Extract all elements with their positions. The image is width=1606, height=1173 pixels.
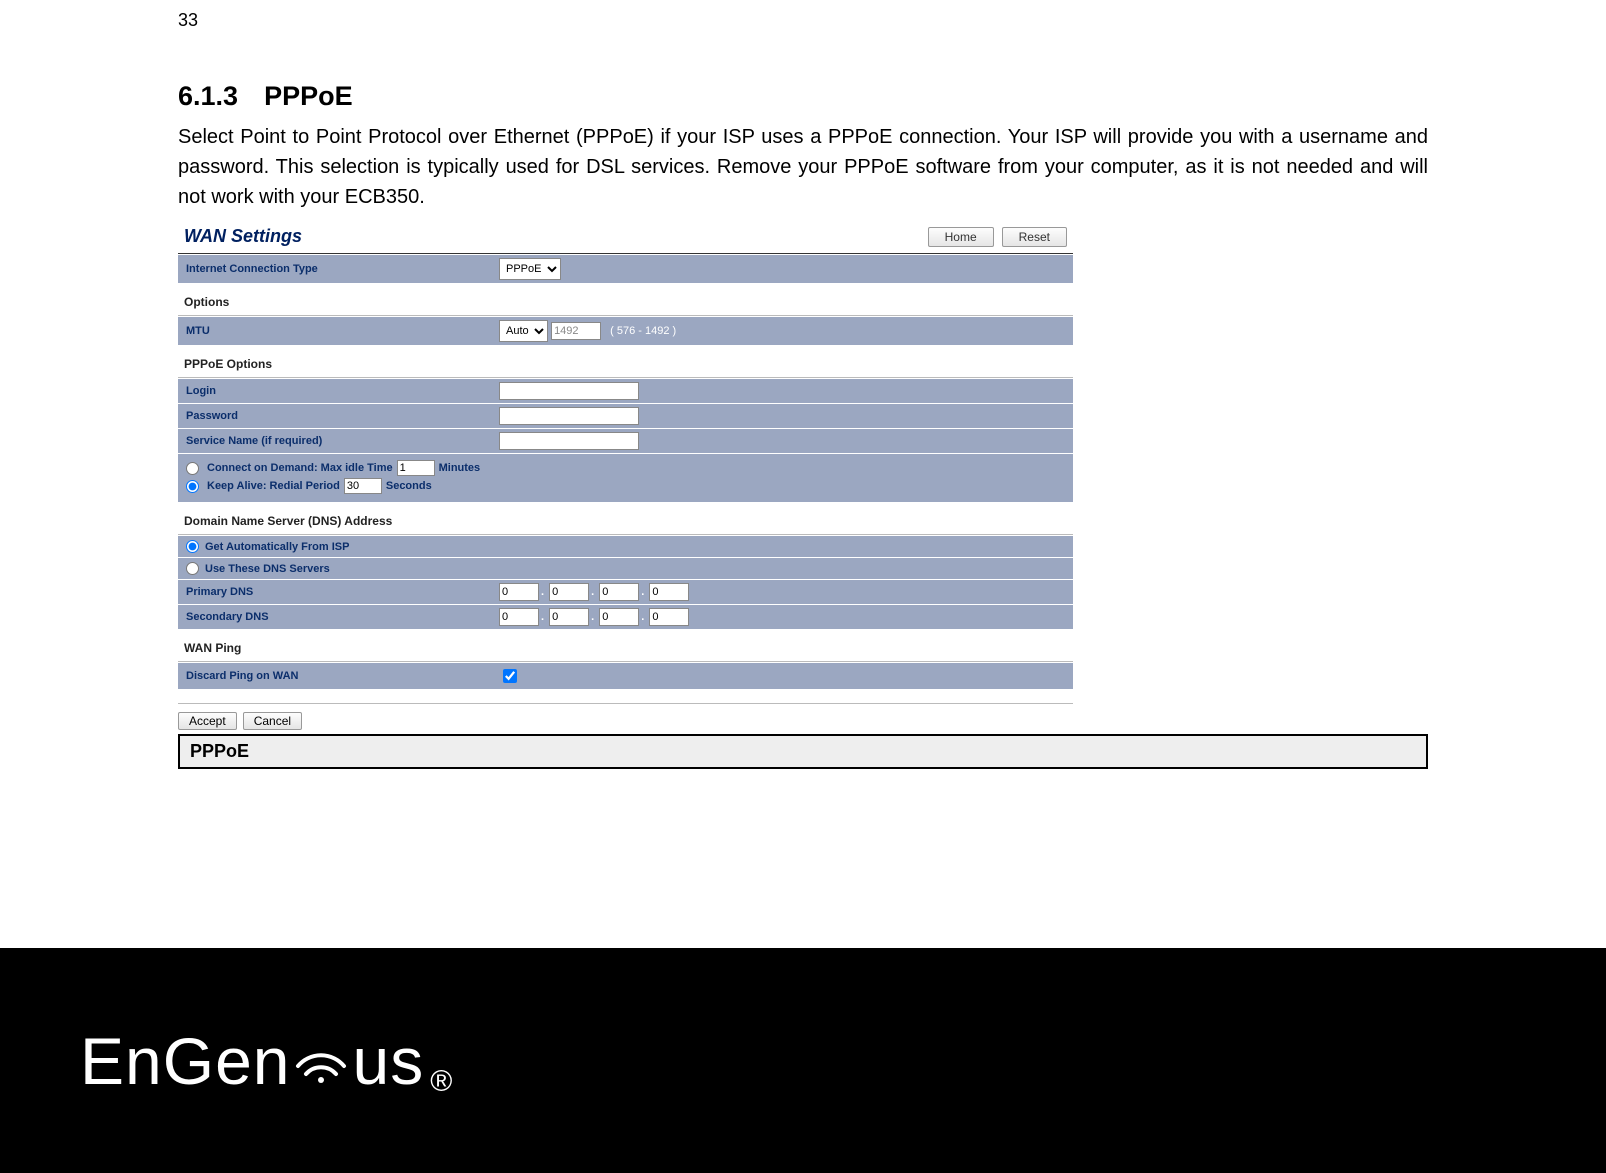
panel-title: WAN Settings — [184, 222, 302, 251]
dns-manual-radio[interactable] — [186, 562, 199, 575]
login-label: Login — [178, 380, 493, 402]
seconds-label: Seconds — [386, 480, 432, 492]
keep-alive-radio[interactable] — [186, 480, 199, 493]
mtu-range: ( 576 - 1492 ) — [610, 325, 676, 337]
secondary-dns-label: Secondary DNS — [178, 606, 493, 628]
reset-button[interactable]: Reset — [1002, 227, 1067, 247]
redial-period-input[interactable] — [344, 478, 382, 494]
dns-manual-label: Use These DNS Servers — [205, 563, 330, 575]
accept-button[interactable]: Accept — [178, 712, 237, 730]
brand-post: us — [352, 1023, 424, 1099]
password-input[interactable] — [499, 407, 639, 425]
dns-auto-radio[interactable] — [186, 540, 199, 553]
keep-alive-label: Keep Alive: Redial Period — [207, 480, 340, 492]
wan-settings-screenshot: WAN Settings Home Reset Internet Connect… — [178, 220, 1073, 730]
connect-on-demand-label: Connect on Demand: Max idle Time — [207, 462, 393, 474]
body-paragraph: Select Point to Point Protocol over Ethe… — [178, 122, 1428, 212]
primary-dns-a[interactable] — [499, 583, 539, 601]
options-heading: Options — [178, 283, 1073, 316]
pppoe-options-heading: PPPoE Options — [178, 345, 1073, 378]
minutes-label: Minutes — [439, 462, 481, 474]
mtu-mode-select[interactable]: Auto — [499, 320, 548, 342]
registered-icon: ® — [430, 1065, 453, 1099]
max-idle-input[interactable] — [397, 460, 435, 476]
mtu-value-input — [551, 322, 601, 340]
secondary-dns-b[interactable] — [549, 608, 589, 626]
primary-dns-label: Primary DNS — [178, 581, 493, 603]
password-label: Password — [178, 405, 493, 427]
wan-ping-heading: WAN Ping — [178, 629, 1073, 662]
connect-on-demand-radio[interactable] — [186, 462, 199, 475]
dns-auto-label: Get Automatically From ISP — [205, 541, 349, 553]
dns-heading: Domain Name Server (DNS) Address — [178, 502, 1073, 535]
section-heading: 6.1.3 PPPoE — [178, 81, 1428, 112]
service-name-label: Service Name (if required) — [178, 430, 493, 452]
secondary-dns-a[interactable] — [499, 608, 539, 626]
primary-dns-b[interactable] — [549, 583, 589, 601]
primary-dns-c[interactable] — [599, 583, 639, 601]
login-input[interactable] — [499, 382, 639, 400]
wifi-icon — [292, 1038, 350, 1084]
brand-logo: EnGen us ® — [0, 1023, 453, 1099]
primary-dns-d[interactable] — [649, 583, 689, 601]
figure-caption: PPPoE — [178, 734, 1428, 769]
home-button[interactable]: Home — [928, 227, 994, 247]
section-number: 6.1.3 — [178, 81, 238, 111]
discard-ping-label: Discard Ping on WAN — [178, 665, 493, 687]
section-title-text: PPPoE — [264, 81, 353, 111]
cancel-button[interactable]: Cancel — [243, 712, 302, 730]
service-name-input[interactable] — [499, 432, 639, 450]
conn-type-select[interactable]: PPPoE — [499, 258, 561, 280]
mtu-label: MTU — [178, 320, 493, 342]
discard-ping-checkbox[interactable] — [503, 669, 517, 683]
secondary-dns-c[interactable] — [599, 608, 639, 626]
brand-pre: EnGen — [80, 1023, 290, 1099]
page-number: 33 — [178, 10, 1428, 31]
footer-bar: EnGen us ® — [0, 948, 1606, 1173]
secondary-dns-d[interactable] — [649, 608, 689, 626]
conn-type-label: Internet Connection Type — [178, 258, 493, 280]
